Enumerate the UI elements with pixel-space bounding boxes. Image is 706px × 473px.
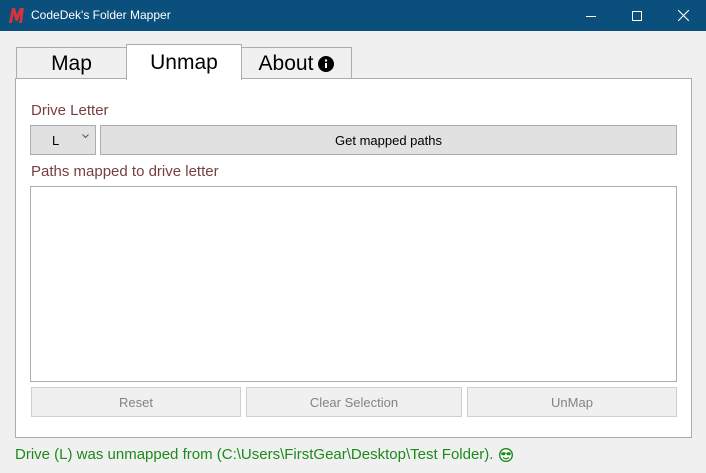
reset-button[interactable]: Reset [31,387,241,417]
smiley-icon [499,447,514,462]
drive-letter-select[interactable]: L [30,125,96,155]
tab-map-label: Map [51,51,92,75]
maximize-button[interactable] [614,0,660,31]
clear-selection-label: Clear Selection [309,394,399,410]
reset-label: Reset [119,394,153,410]
app-logo-m-icon [9,8,24,23]
mapped-paths-list[interactable] [30,186,677,382]
tab-about-label: About [258,51,314,75]
get-mapped-paths-label: Get mapped paths [335,132,442,148]
minimize-button[interactable] [568,0,614,31]
drive-letter-value: L [52,133,60,148]
close-icon [677,10,689,21]
tab-about[interactable]: About [241,47,352,79]
window-title: CodeDek's Folder Mapper [31,8,171,22]
unmap-label: UnMap [551,394,593,410]
status-bar: Drive (L) was unmapped from (C:\Users\Fi… [15,446,514,463]
maximize-icon [632,10,642,21]
status-message: Drive (L) was unmapped from (C:\Users\Fi… [15,446,494,463]
unmap-button[interactable]: UnMap [467,387,677,417]
tab-unmap[interactable]: Unmap [126,44,242,80]
get-mapped-paths-button[interactable]: Get mapped paths [100,125,677,155]
tab-map[interactable]: Map [16,47,127,79]
minimize-icon [586,15,596,17]
tab-unmap-label: Unmap [150,50,218,74]
unmap-panel: Drive Letter L Get mapped paths Paths ma… [15,78,692,438]
paths-mapped-label: Paths mapped to drive letter [31,163,219,180]
close-button[interactable] [660,0,706,31]
clear-selection-button[interactable]: Clear Selection [246,387,462,417]
chevron-down-icon [82,134,89,139]
info-icon [318,55,335,72]
title-bar: CodeDek's Folder Mapper [0,0,706,31]
drive-letter-label: Drive Letter [31,102,109,119]
